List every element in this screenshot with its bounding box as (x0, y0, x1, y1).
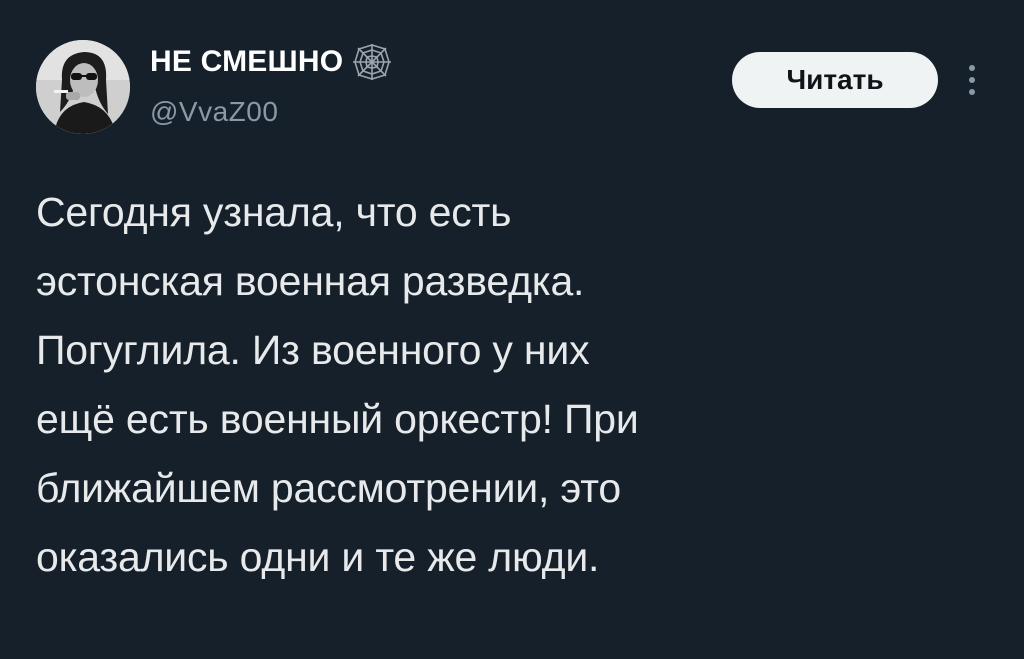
display-name[interactable]: НЕ СМЕШНО (150, 45, 343, 79)
tweet-text: Сегодня узнала, что есть эстонская военн… (36, 189, 639, 580)
avatar-image (36, 40, 130, 134)
spider-web-icon (349, 42, 395, 82)
follow-button[interactable]: Читать (732, 52, 938, 108)
tweet-card: НЕ СМЕШНО @VvaZ00 Читать Сегодня узнала,… (0, 0, 1024, 659)
avatar[interactable] (36, 40, 130, 134)
more-vertical-icon[interactable] (966, 62, 978, 98)
author-name-row: НЕ СМЕШНО (150, 42, 395, 82)
author-handle[interactable]: @VvaZ00 (150, 96, 278, 128)
